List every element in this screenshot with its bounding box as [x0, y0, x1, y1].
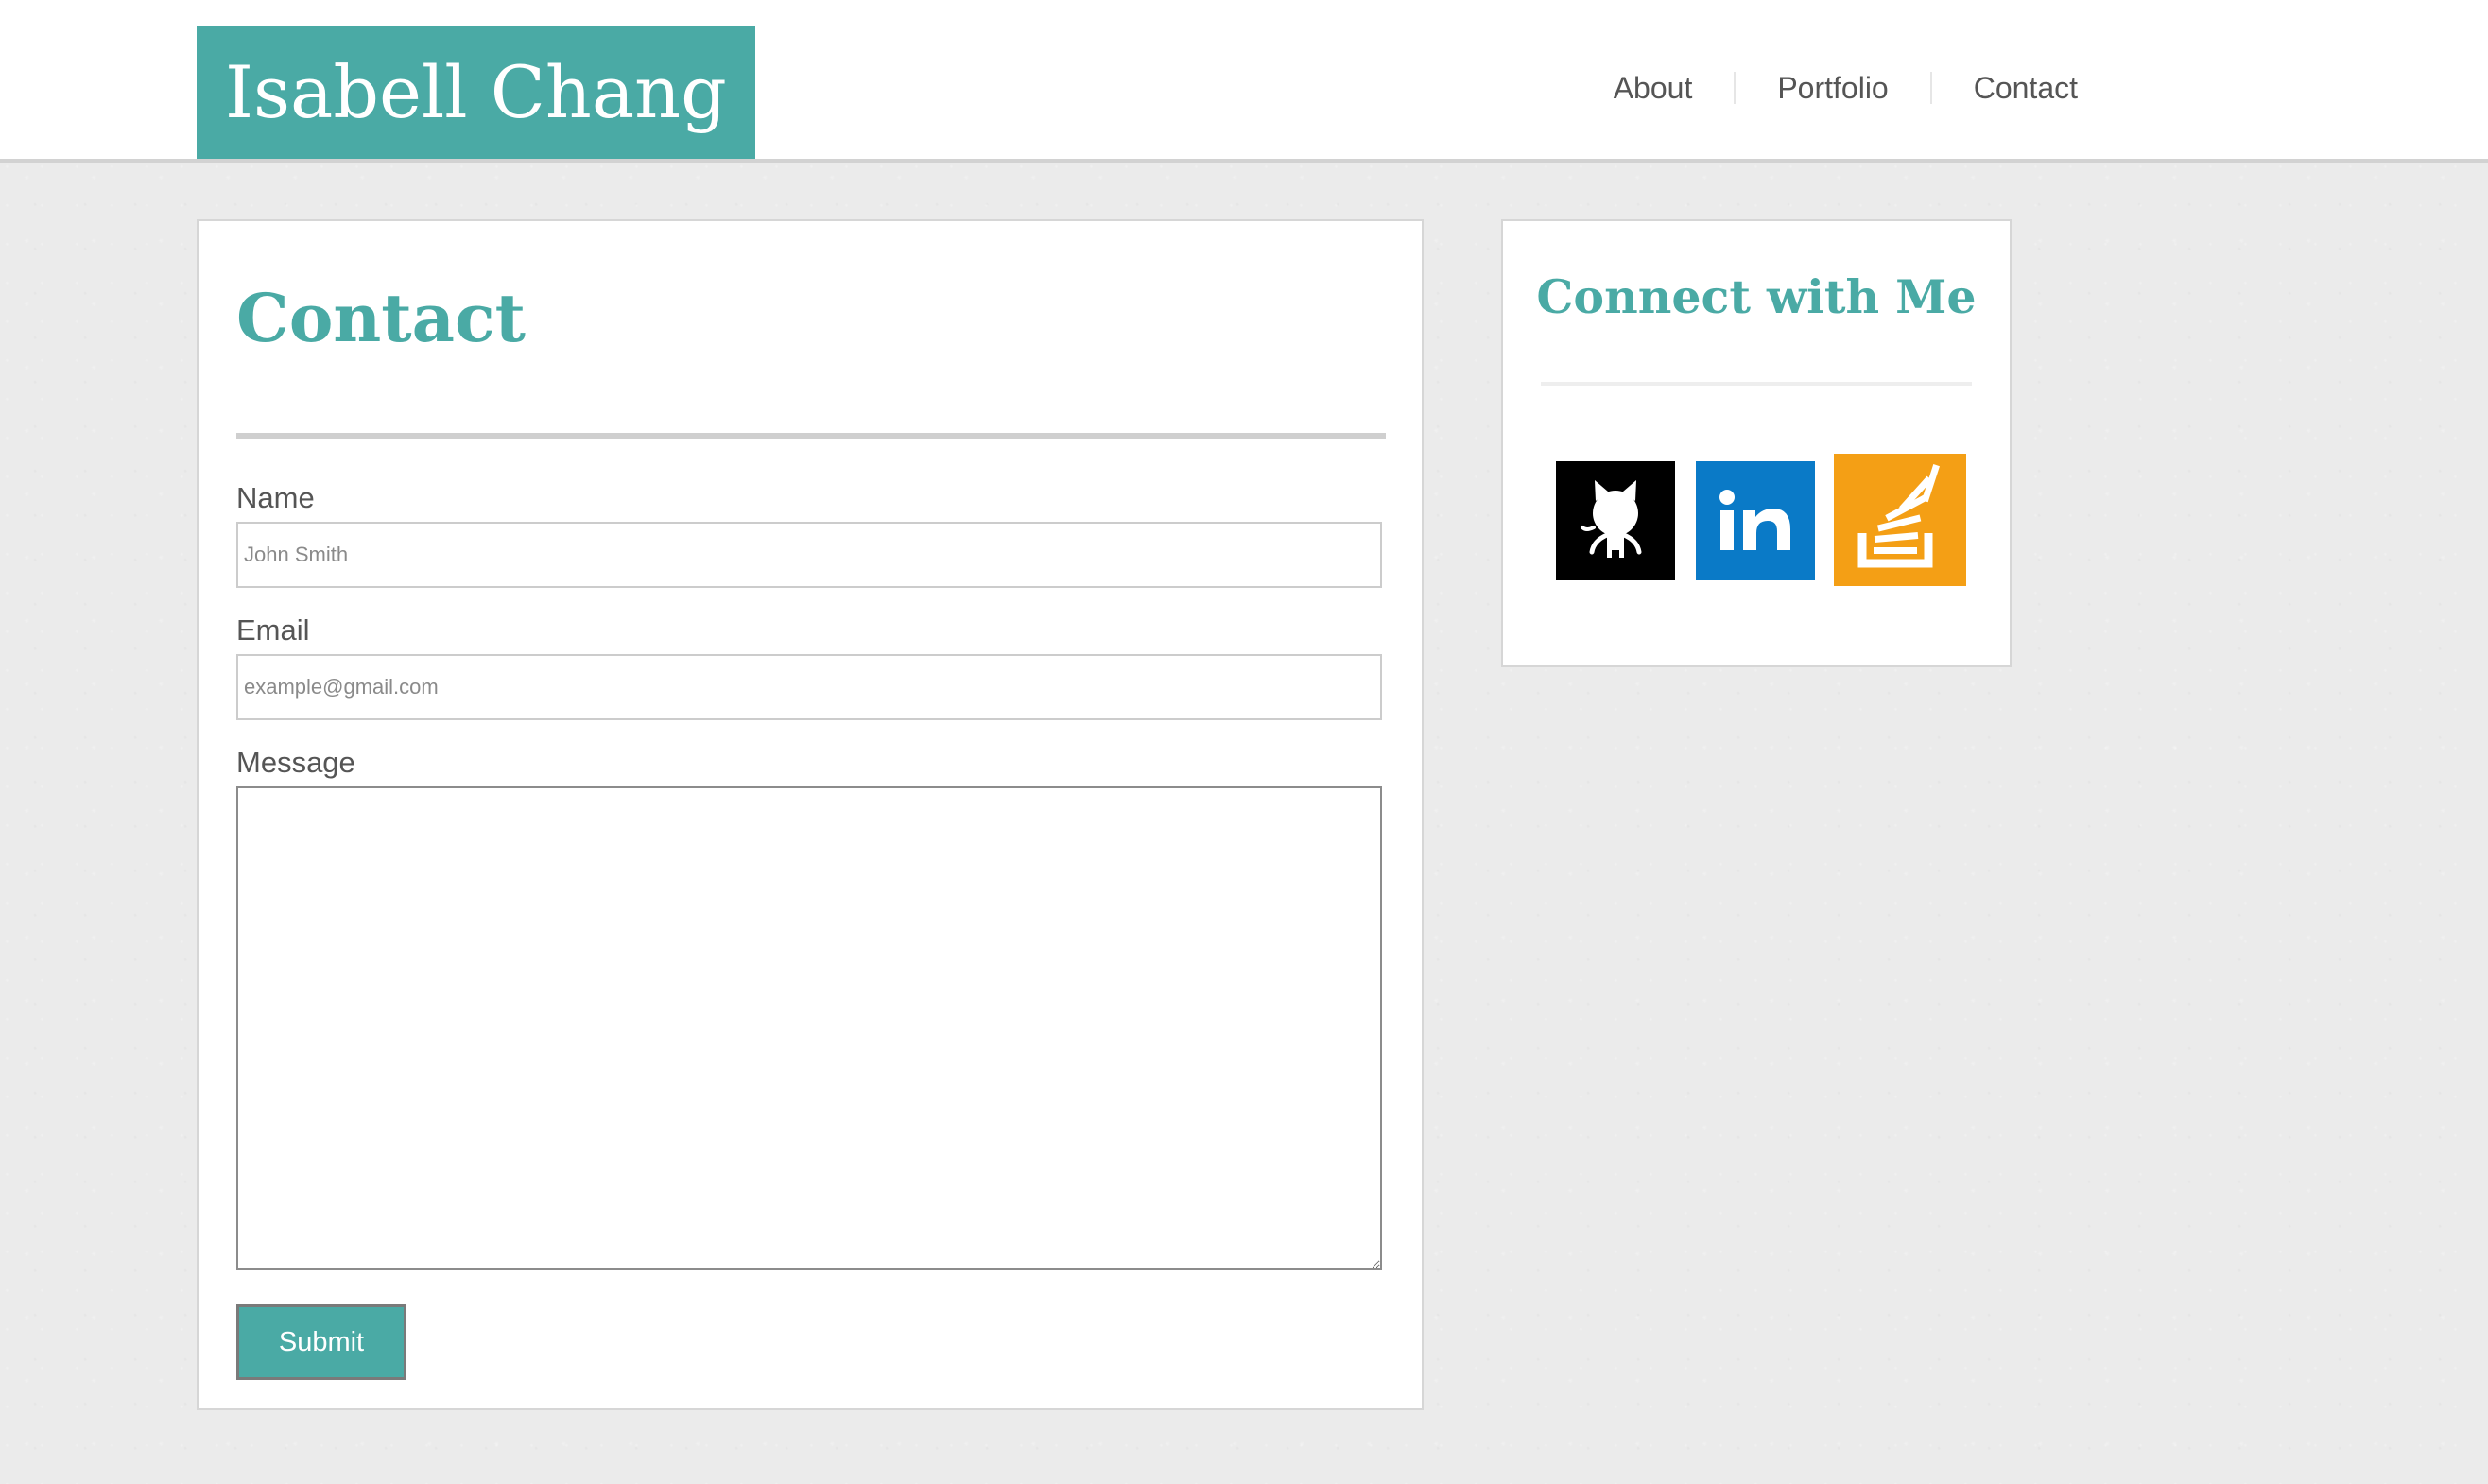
- submit-button[interactable]: Submit: [236, 1304, 406, 1380]
- connect-divider: [1541, 382, 1972, 386]
- site-header: Isabell Chang About Portfolio Contact: [0, 0, 2488, 163]
- connect-title: Connect with Me: [1536, 269, 1977, 324]
- nav-about-link[interactable]: About: [1572, 57, 1735, 119]
- message-textarea[interactable]: [236, 786, 1382, 1270]
- email-label: Email: [236, 613, 310, 647]
- linkedin-icon[interactable]: [1696, 461, 1815, 580]
- connect-panel: Connect with Me: [1501, 219, 2012, 667]
- title-divider: [236, 433, 1386, 439]
- main-nav: About Portfolio Contact: [1572, 57, 2078, 119]
- name-label: Name: [236, 481, 315, 514]
- github-icon[interactable]: [1556, 461, 1675, 580]
- contact-panel: Contact Name Email Message Submit: [197, 219, 1424, 1410]
- nav-contact-link[interactable]: Contact: [1932, 57, 2078, 119]
- name-input[interactable]: [236, 522, 1382, 588]
- page-title: Contact: [236, 279, 526, 357]
- nav-portfolio-link[interactable]: Portfolio: [1736, 57, 1929, 119]
- brand-logo[interactable]: Isabell Chang: [197, 26, 755, 159]
- message-label: Message: [236, 746, 355, 779]
- stackoverflow-icon[interactable]: [1834, 454, 1966, 586]
- email-input[interactable]: [236, 654, 1382, 720]
